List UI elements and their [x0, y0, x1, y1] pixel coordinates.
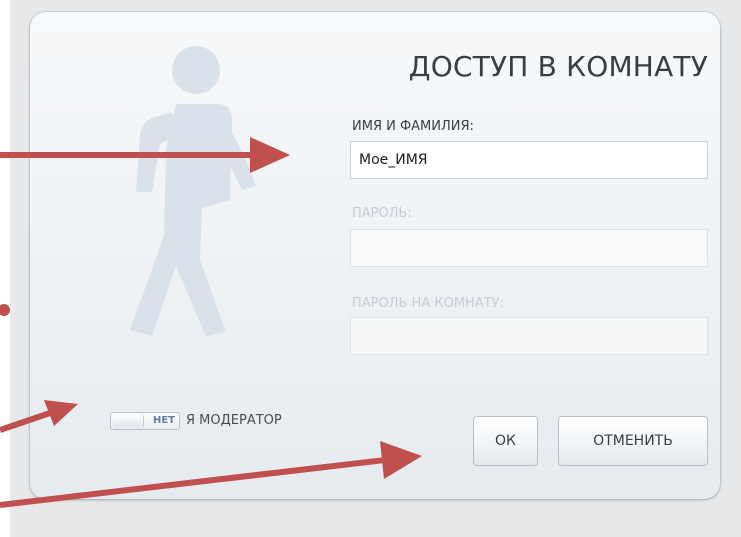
room-password-label: ПАРОЛЬ НА КОМНАТУ: [352, 296, 504, 311]
bullet-dot [0, 304, 10, 316]
toggle-knob [113, 415, 144, 427]
password-label: ПАРОЛЬ: [352, 206, 412, 221]
cancel-button[interactable]: ОТМЕНИТЬ [558, 416, 708, 466]
moderator-label: Я МОДЕРАТОР [186, 413, 282, 428]
name-input[interactable] [351, 142, 707, 178]
room-password-input[interactable] [351, 318, 707, 354]
dialog-title: ДОСТУП В КОМНАТУ [408, 50, 708, 83]
moderator-toggle[interactable]: НЕТ [110, 412, 180, 430]
name-label: ИМЯ И ФАМИЛИЯ: [352, 119, 474, 134]
password-input[interactable] [351, 230, 707, 266]
room-password-field[interactable] [350, 317, 708, 355]
password-field[interactable] [350, 229, 708, 267]
room-access-dialog: ДОСТУП В КОМНАТУ ИМЯ И ФАМИЛИЯ: ПАРОЛЬ: … [30, 12, 720, 499]
name-field[interactable] [350, 141, 708, 179]
ok-button[interactable]: ОК [473, 416, 538, 466]
toggle-state-text: НЕТ [152, 415, 175, 426]
walking-person-icon [130, 46, 256, 336]
